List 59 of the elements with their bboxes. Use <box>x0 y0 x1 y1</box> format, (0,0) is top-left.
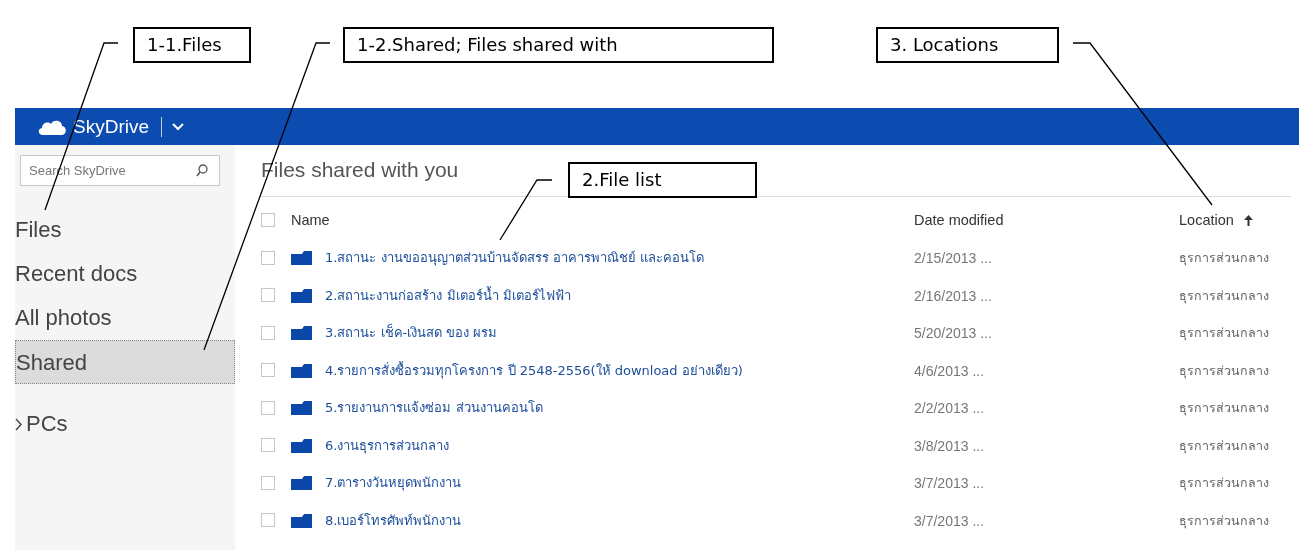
callout-label: 2.File list <box>568 162 757 198</box>
column-header[interactable]: Name <box>291 212 330 228</box>
leader-line <box>499 179 553 241</box>
file-name[interactable]: 4.รายการสั่งซื้อรวมทุกโครงการ ปี 2548-2556(ให้ download อย่างเดียว) <box>325 359 743 381</box>
checkbox[interactable] <box>261 363 275 378</box>
location-text: ธุรการส่วนกลาง <box>1179 362 1269 378</box>
date-text: 2/15/2013 ... <box>914 250 992 267</box>
callout-label: 1-2.Shared; Files shared with <box>343 27 774 63</box>
sort-arrow-icon[interactable] <box>1243 214 1253 226</box>
folder-icon <box>291 287 312 303</box>
location-text: ธุรการส่วนกลาง <box>1179 400 1269 416</box>
date-text: 2/2/2013 ... <box>914 400 985 417</box>
file-name[interactable]: 3.สถานะ เช็ค-เงินสด ของ ผรม <box>325 322 498 344</box>
checkbox[interactable] <box>261 288 275 303</box>
location-text: ธุรการส่วนกลาง <box>1179 475 1269 491</box>
file-name[interactable]: 8.เบอร์โทรศัพท์พนักงาน <box>325 509 462 531</box>
date-text: 2/16/2013 ... <box>914 287 992 304</box>
checkbox[interactable] <box>261 213 275 227</box>
checkbox[interactable] <box>261 400 275 415</box>
nav-item[interactable]: Files <box>15 208 235 252</box>
checkbox[interactable] <box>261 475 275 490</box>
date-text: 4/6/2013 ... <box>914 362 985 379</box>
location-text: ธุรการส่วนกลาง <box>1179 325 1269 341</box>
checkbox[interactable] <box>261 325 275 340</box>
date-text: 3/8/2013 ... <box>914 437 985 454</box>
folder-icon <box>291 362 312 378</box>
file-name[interactable]: 6.งานธุรการส่วนกลาง <box>325 434 450 456</box>
folder-icon <box>291 400 312 416</box>
folder-icon <box>291 437 312 453</box>
location-text: ธุรการส่วนกลาง <box>1179 512 1269 528</box>
column-header[interactable]: Date modified <box>914 212 1004 228</box>
file-name[interactable]: 1.สถานะ งานขออนุญาตส่วนบ้านจัดสรร อาคารพาณิชย์ และคอนโด <box>325 247 704 269</box>
nav-item[interactable]: Recent docs <box>15 252 235 296</box>
folder-icon <box>291 512 312 528</box>
folder-icon <box>291 325 312 341</box>
callout-label: 1-1.Files <box>133 27 251 63</box>
nav-item[interactable]: Shared <box>15 340 235 384</box>
date-text: 3/7/2013 ... <box>914 512 985 529</box>
callout-label: 3. Locations <box>876 27 1059 63</box>
location-text: ธุรการส่วนกลาง <box>1179 287 1269 303</box>
nav-group[interactable]: PCs <box>26 411 68 437</box>
file-name[interactable]: 7.ตารางวันหยุดพนักงาน <box>325 472 462 494</box>
file-name[interactable]: 5.รายงานการแจ้งซ่อม ส่วนงานคอนโด <box>325 397 543 419</box>
nav-item[interactable]: All photos <box>15 296 235 340</box>
folder-icon <box>291 250 312 266</box>
checkbox[interactable] <box>261 250 275 265</box>
location-text: ธุรการส่วนกลาง <box>1179 250 1269 266</box>
date-text: 3/7/2013 ... <box>914 475 985 492</box>
chevron-right-icon[interactable] <box>15 417 23 431</box>
column-header[interactable]: Location <box>1179 212 1234 228</box>
app-title[interactable]: SkyDrive <box>73 115 149 138</box>
checkbox[interactable] <box>261 513 275 528</box>
checkbox[interactable] <box>261 438 275 453</box>
date-text: 5/20/2013 ... <box>914 325 992 342</box>
file-name[interactable]: 2.สถานะงานก่อสร้าง มิเตอร์น้ำ มิเตอร์ไฟฟ้า <box>325 284 571 306</box>
folder-icon <box>291 475 312 491</box>
location-text: ธุรการส่วนกลาง <box>1179 437 1269 453</box>
search-icon[interactable] <box>196 164 208 177</box>
chevron-down-icon[interactable] <box>172 122 184 131</box>
